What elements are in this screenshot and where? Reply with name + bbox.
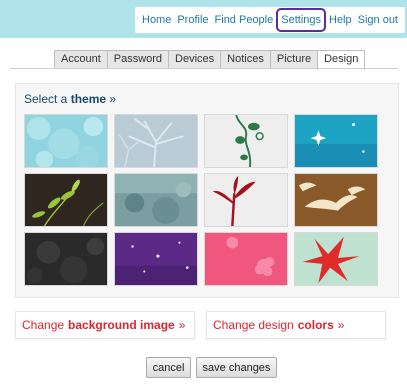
theme-panel-title: Select a theme »	[24, 92, 116, 106]
change-background-link[interactable]: Change background image »	[15, 311, 195, 339]
tab-devices[interactable]: Devices	[168, 50, 222, 69]
theme-title-bold: theme	[70, 92, 107, 106]
tab-account[interactable]: Account	[54, 50, 108, 69]
colors-link-prefix: Change design	[213, 318, 294, 332]
bg-link-prefix: Change	[22, 318, 65, 332]
tab-password[interactable]: Password	[106, 50, 170, 69]
nav-home[interactable]: Home	[139, 11, 174, 29]
theme-thumb-leaves[interactable]	[24, 173, 108, 227]
tab-picture[interactable]: Picture	[269, 50, 319, 69]
theme-title-prefix: Select a	[24, 92, 68, 106]
save-changes-button[interactable]: save changes	[196, 357, 277, 378]
nav-find-people[interactable]: Find People	[212, 11, 277, 29]
theme-thumb-dark-floral[interactable]	[24, 232, 108, 286]
theme-thumb-sparkle[interactable]	[294, 114, 378, 168]
theme-title-arrow: »	[109, 92, 117, 106]
tab-divider	[10, 68, 398, 69]
theme-thumb-red-leaf[interactable]	[294, 232, 378, 286]
nav-sign-out[interactable]: Sign out	[355, 11, 401, 29]
theme-thumb-birds[interactable]	[294, 173, 378, 227]
cancel-button[interactable]: cancel	[146, 357, 191, 378]
theme-thumb-vine[interactable]	[204, 114, 288, 168]
nav-settings[interactable]: Settings	[276, 8, 326, 32]
settings-page: Home Profile Find People Settings Help S…	[0, 0, 407, 386]
header-banner: Home Profile Find People Settings Help S…	[0, 0, 407, 38]
theme-panel: Select a theme »	[15, 83, 399, 298]
theme-thumb-purple-stars[interactable]	[114, 232, 198, 286]
theme-grid	[24, 114, 378, 286]
change-colors-link[interactable]: Change design colors »	[206, 311, 386, 339]
bg-link-bold: background image	[68, 318, 175, 332]
theme-thumb-red-plant[interactable]	[204, 173, 288, 227]
theme-thumb-bubbles[interactable]	[24, 114, 108, 168]
colors-link-bold: colors	[297, 318, 334, 332]
theme-thumb-stipple[interactable]	[114, 173, 198, 227]
theme-thumb-pink-flowers[interactable]	[204, 232, 288, 286]
tab-notices[interactable]: Notices	[220, 50, 271, 69]
top-nav: Home Profile Find People Settings Help S…	[135, 7, 405, 33]
tab-design[interactable]: Design	[317, 50, 366, 70]
nav-help[interactable]: Help	[326, 11, 355, 29]
settings-tabs: Account Password Devices Notices Picture…	[54, 50, 366, 70]
nav-profile[interactable]: Profile	[174, 11, 211, 29]
theme-thumb-tree[interactable]	[114, 114, 198, 168]
colors-link-arrow: »	[337, 318, 345, 332]
bg-link-arrow: »	[178, 318, 186, 332]
